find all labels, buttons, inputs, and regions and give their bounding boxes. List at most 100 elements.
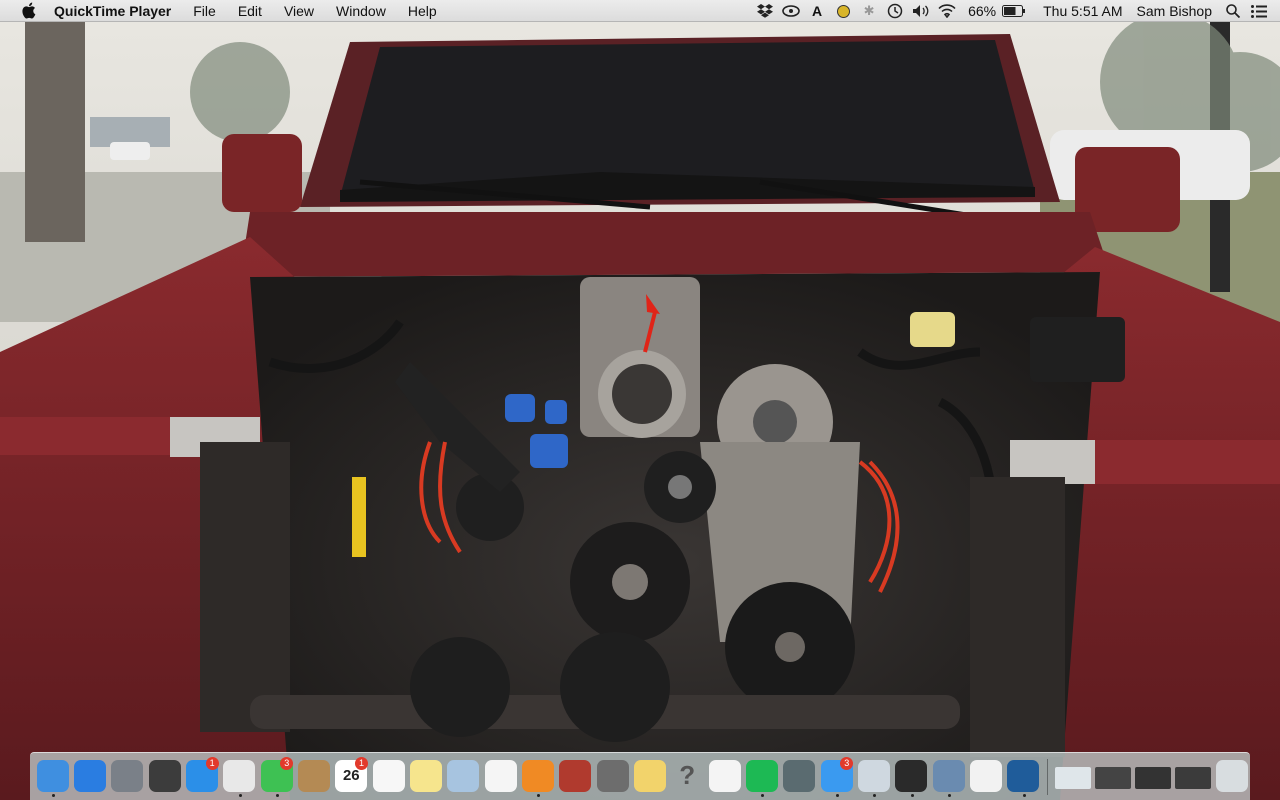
trash-icon — [1215, 759, 1248, 792]
stickies-icon — [633, 759, 666, 792]
adobe-acrobat-icon[interactable]: A — [806, 0, 828, 22]
running-indicator — [537, 793, 541, 797]
dock-app-store[interactable]: 1 — [185, 756, 219, 797]
reminders-icon — [372, 759, 405, 792]
dock-reminders[interactable] — [372, 757, 405, 797]
bluetooth-icon[interactable]: ✱ — [858, 0, 880, 22]
facetime-badge: 3 — [280, 756, 294, 770]
dock-textedit[interactable] — [708, 757, 741, 797]
dock-mail[interactable] — [857, 757, 890, 797]
engine-bay-image — [0, 22, 1280, 800]
notes-icon — [409, 759, 442, 792]
app-store-badge: 1 — [205, 756, 219, 770]
running-indicator — [1022, 793, 1026, 797]
calendar-badge: 1 — [354, 756, 368, 770]
running-indicator — [761, 793, 765, 797]
spotlight-search-icon[interactable] — [1222, 0, 1244, 22]
menu-bar: QuickTime Player File Edit View Window H… — [0, 0, 1280, 22]
safari-icon — [73, 759, 106, 792]
dropbox-icon[interactable] — [754, 0, 776, 22]
ibooks-icon — [521, 759, 554, 792]
mission-control-icon — [148, 759, 181, 792]
photos-icon — [484, 759, 517, 792]
battery-icon[interactable] — [1001, 0, 1027, 22]
dock-mission-control[interactable] — [148, 757, 181, 797]
dock-notes[interactable] — [409, 757, 442, 797]
time-machine-icon[interactable] — [884, 0, 906, 22]
help-icon: ? — [679, 760, 696, 790]
dock-safari[interactable] — [73, 757, 106, 797]
dock-photo-booth[interactable] — [559, 757, 592, 797]
view-menu[interactable]: View — [273, 0, 325, 22]
utility-icon — [783, 759, 816, 792]
dock-stickies[interactable] — [633, 757, 666, 797]
wifi-icon[interactable] — [936, 0, 958, 22]
dock-final-cut-pro[interactable] — [895, 757, 928, 797]
running-indicator — [835, 793, 839, 797]
dock-launchpad[interactable] — [111, 757, 144, 797]
finder-icon — [36, 759, 69, 792]
dock-trash[interactable] — [1215, 757, 1248, 797]
creative-cloud-icon[interactable] — [780, 0, 802, 22]
dock-system-preferences[interactable] — [596, 757, 629, 797]
file-menu[interactable]: File — [182, 0, 227, 22]
contacts-icon — [297, 759, 330, 792]
color-picker-icon[interactable] — [832, 0, 854, 22]
dock-contacts[interactable] — [297, 757, 330, 797]
dock-xcode[interactable] — [932, 757, 965, 797]
dock-ibooks[interactable] — [521, 757, 554, 797]
dock-doc-2[interactable] — [1094, 757, 1131, 797]
dock: 1 3 26 1? 3 — [30, 752, 1250, 800]
doc-2-icon — [1094, 766, 1131, 789]
help-menu[interactable]: Help — [397, 0, 448, 22]
dock-utility[interactable] — [783, 757, 816, 797]
launchpad-icon — [111, 759, 144, 792]
edit-menu[interactable]: Edit — [227, 0, 273, 22]
itunes-icon — [969, 759, 1002, 792]
volume-icon[interactable] — [910, 0, 932, 22]
dock-facetime[interactable]: 3 — [260, 756, 294, 797]
dock-help[interactable]: ? — [671, 757, 704, 797]
dock-spotify[interactable] — [745, 757, 778, 797]
preview-icon — [447, 759, 480, 792]
system-preferences-icon — [596, 759, 629, 792]
messages-badge: 3 — [840, 756, 854, 770]
quicktime-icon — [1007, 759, 1040, 792]
battery-percentage: 66% — [968, 3, 997, 19]
chrome-icon — [223, 759, 256, 792]
dock-finder[interactable] — [36, 757, 69, 797]
doc-3-icon — [1134, 766, 1171, 789]
running-indicator — [238, 793, 242, 797]
textedit-icon — [708, 759, 741, 792]
xcode-icon — [932, 759, 965, 792]
doc-1-icon — [1054, 766, 1091, 789]
dock-chrome[interactable] — [223, 757, 256, 797]
dock-doc-4[interactable] — [1174, 757, 1211, 797]
clock[interactable]: Thu 5:51 AM — [1043, 3, 1122, 19]
window-menu[interactable]: Window — [325, 0, 397, 22]
final-cut-pro-icon — [895, 759, 928, 792]
running-indicator — [947, 793, 951, 797]
dock-photos[interactable] — [484, 757, 517, 797]
dock-itunes[interactable] — [969, 757, 1002, 797]
doc-4-icon — [1174, 766, 1211, 789]
dock-doc-3[interactable] — [1134, 757, 1171, 797]
running-indicator — [52, 793, 55, 797]
dock-doc-1[interactable] — [1054, 757, 1091, 797]
running-indicator — [275, 793, 279, 797]
spotify-icon — [745, 759, 778, 792]
dock-separator — [1046, 758, 1048, 795]
apple-menu-icon[interactable] — [18, 0, 38, 22]
notification-center-icon[interactable] — [1248, 0, 1270, 22]
photo-booth-icon — [559, 759, 592, 792]
dock-quicktime[interactable] — [1007, 757, 1040, 797]
dock-calendar[interactable]: 26 1 — [335, 756, 368, 797]
running-indicator — [910, 793, 914, 797]
app-name-menu[interactable]: QuickTime Player — [54, 0, 182, 22]
dock-preview[interactable] — [447, 757, 480, 797]
video-frame[interactable] — [0, 22, 1280, 800]
running-indicator — [873, 793, 877, 797]
mail-icon — [857, 759, 890, 792]
user-name[interactable]: Sam Bishop — [1137, 3, 1212, 19]
dock-messages[interactable]: 3 — [820, 756, 854, 797]
